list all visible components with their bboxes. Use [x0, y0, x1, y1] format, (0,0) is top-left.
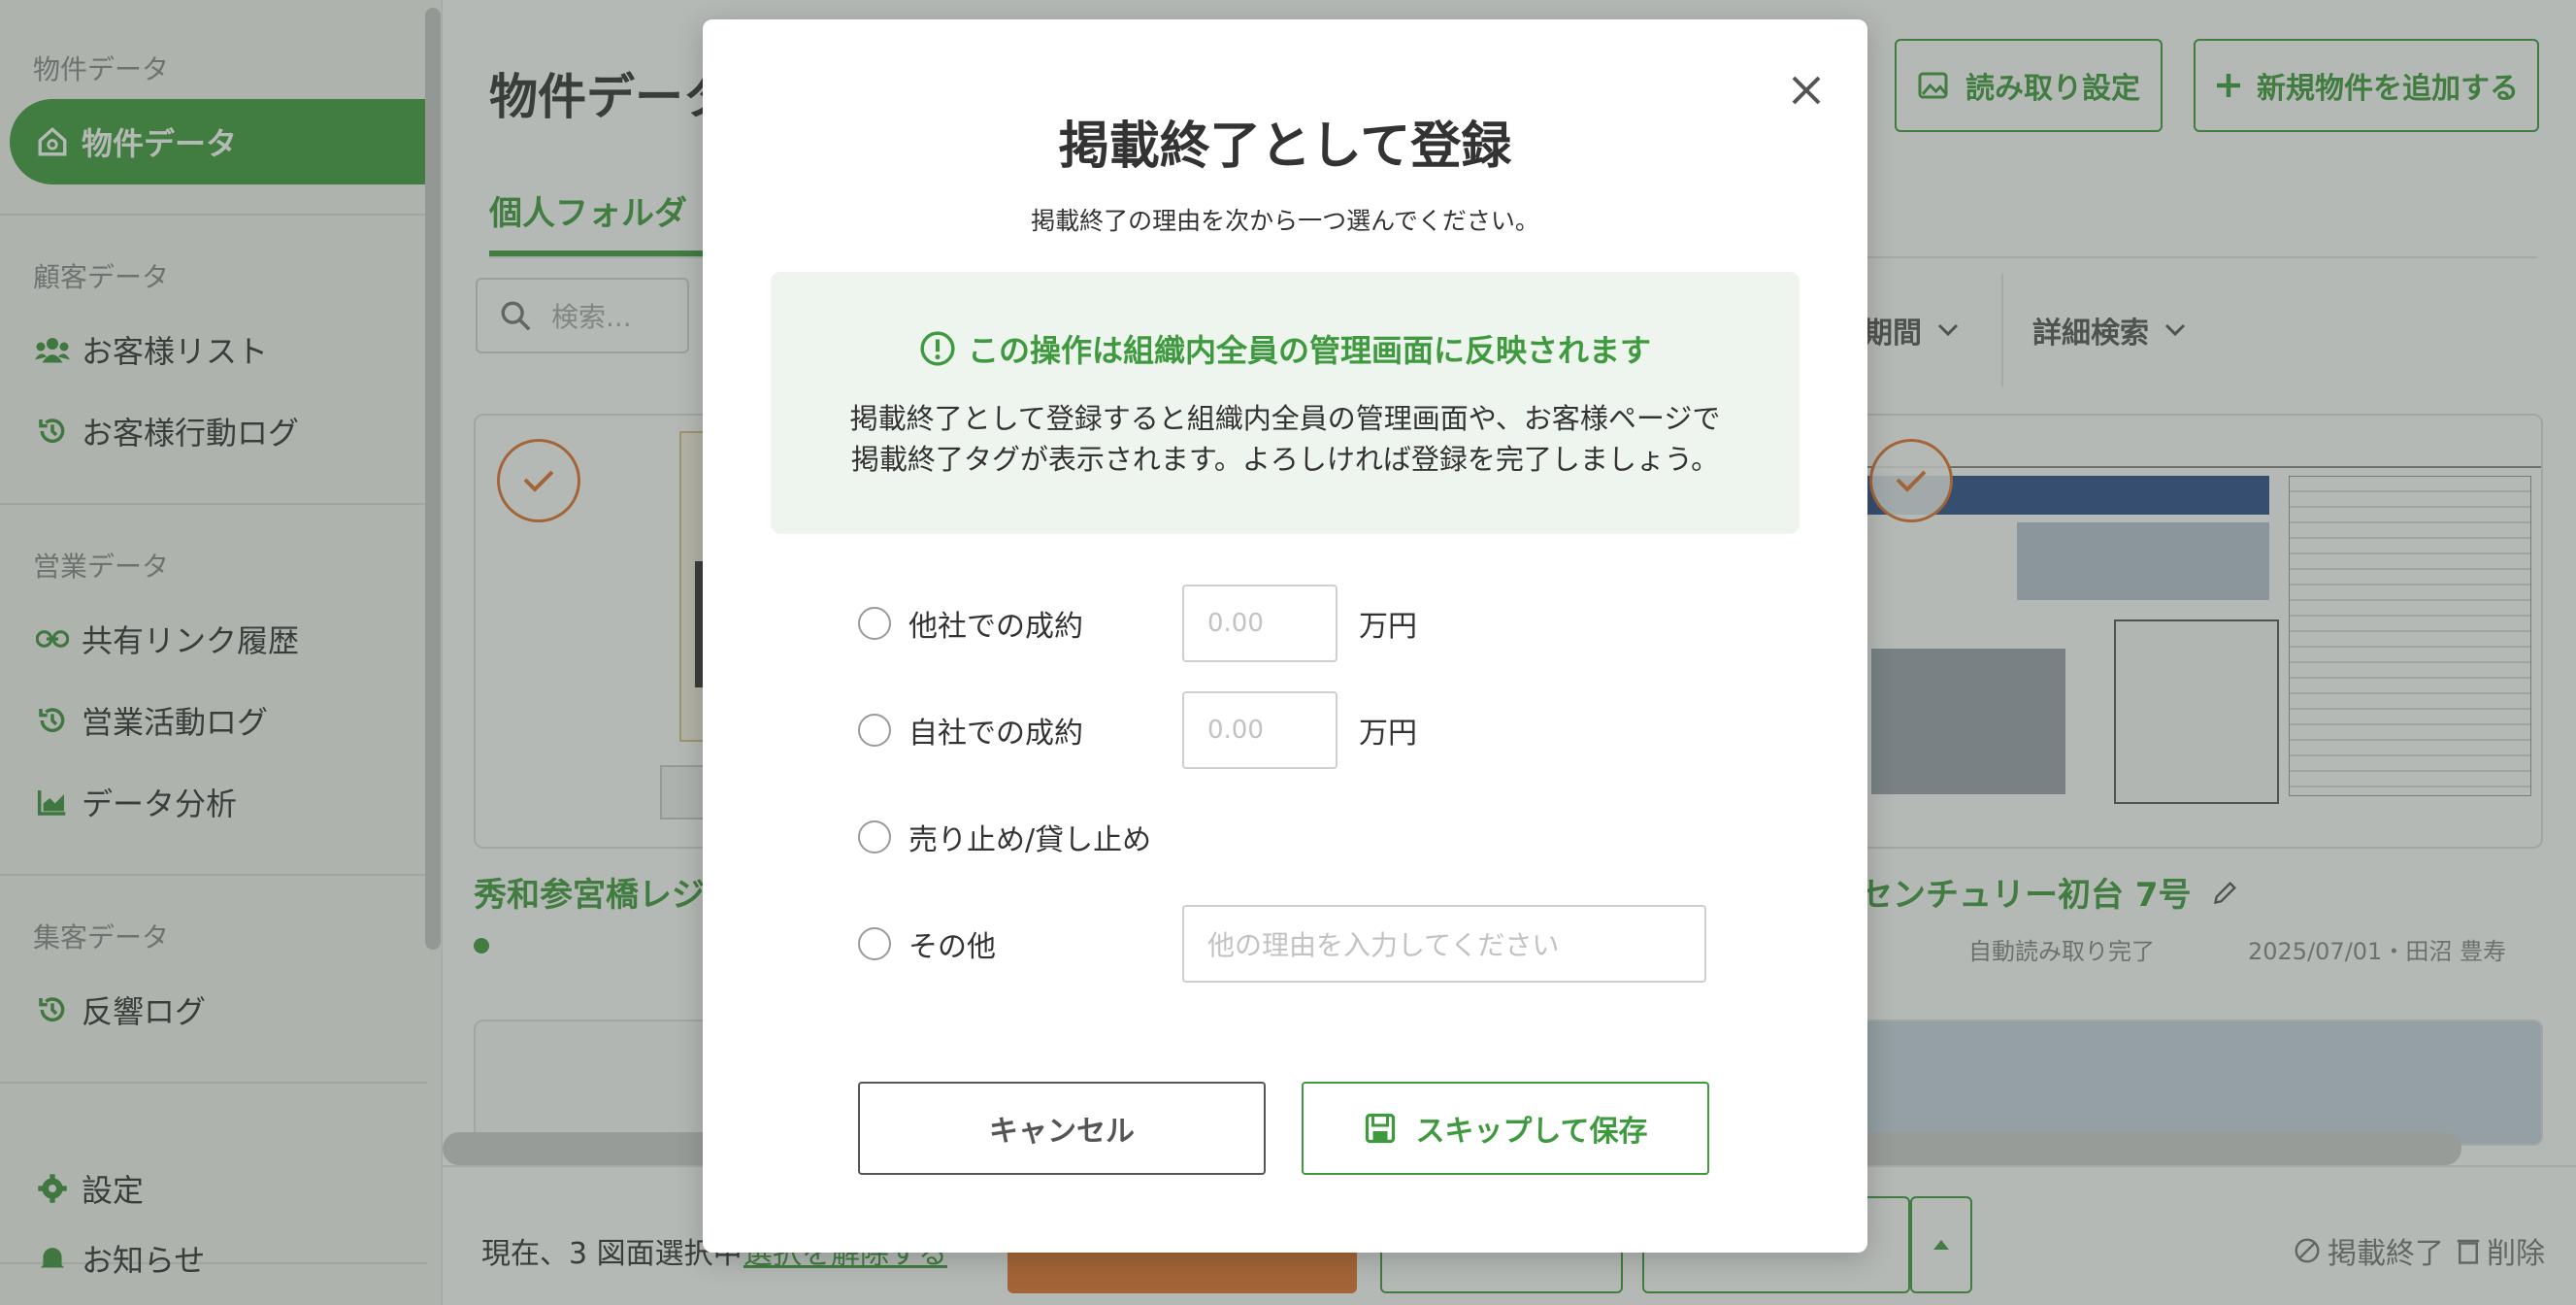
option-stop-sale: 売り止め/貸し止め [858, 798, 1732, 876]
close-icon [1792, 76, 1821, 105]
other-reason-input[interactable]: 他の理由を入力してください [1182, 905, 1706, 983]
notice-box: この操作は組織内全員の管理画面に反映されます 掲載終了として登録すると組織内全員… [771, 272, 1800, 534]
unit-label: 万円 [1359, 717, 1417, 751]
radio-other[interactable] [858, 927, 891, 960]
save-icon [1366, 1113, 1396, 1144]
alert-circle-icon [920, 331, 955, 366]
notice-heading: この操作は組織内全員の管理画面に反映されます [771, 326, 1800, 371]
skip-save-button[interactable]: スキップして保存 [1302, 1082, 1709, 1175]
notice-body: 掲載終了として登録すると組織内全員の管理画面や、お客様ページで掲載終了タグが表示… [849, 402, 1721, 476]
option-other: その他 他の理由を入力してください [858, 905, 1732, 983]
unit-label: 万円 [1359, 610, 1417, 644]
option-label: 自社での成約 [908, 717, 1083, 751]
option-label: 売り止め/貸し止め [908, 823, 1152, 857]
radio-own-company[interactable] [858, 714, 891, 747]
radio-other-company[interactable] [858, 607, 891, 640]
amount-input-other-company[interactable]: 0.00 [1182, 585, 1338, 662]
end-listing-dialog: 掲載終了として登録 掲載終了の理由を次から一つ選んでください。 この操作は組織内… [703, 19, 1867, 1253]
cancel-button[interactable]: キャンセル [858, 1082, 1266, 1175]
option-label: その他 [908, 930, 996, 964]
notice-heading-text: この操作は組織内全員の管理画面に反映されます [967, 332, 1651, 369]
amount-input-own-company[interactable]: 0.00 [1182, 691, 1338, 769]
dialog-title: 掲載終了として登録 [1058, 117, 1512, 176]
dialog-subtitle: 掲載終了の理由を次から一つ選んでください。 [1031, 207, 1539, 235]
option-other-company: 他社での成約 0.00 万円 [858, 585, 1732, 662]
option-own-company: 自社での成約 0.00 万円 [858, 691, 1732, 769]
skip-save-label: スキップして保存 [1415, 1115, 1648, 1149]
radio-stop-sale[interactable] [858, 820, 891, 853]
option-label: 他社での成約 [908, 610, 1083, 644]
